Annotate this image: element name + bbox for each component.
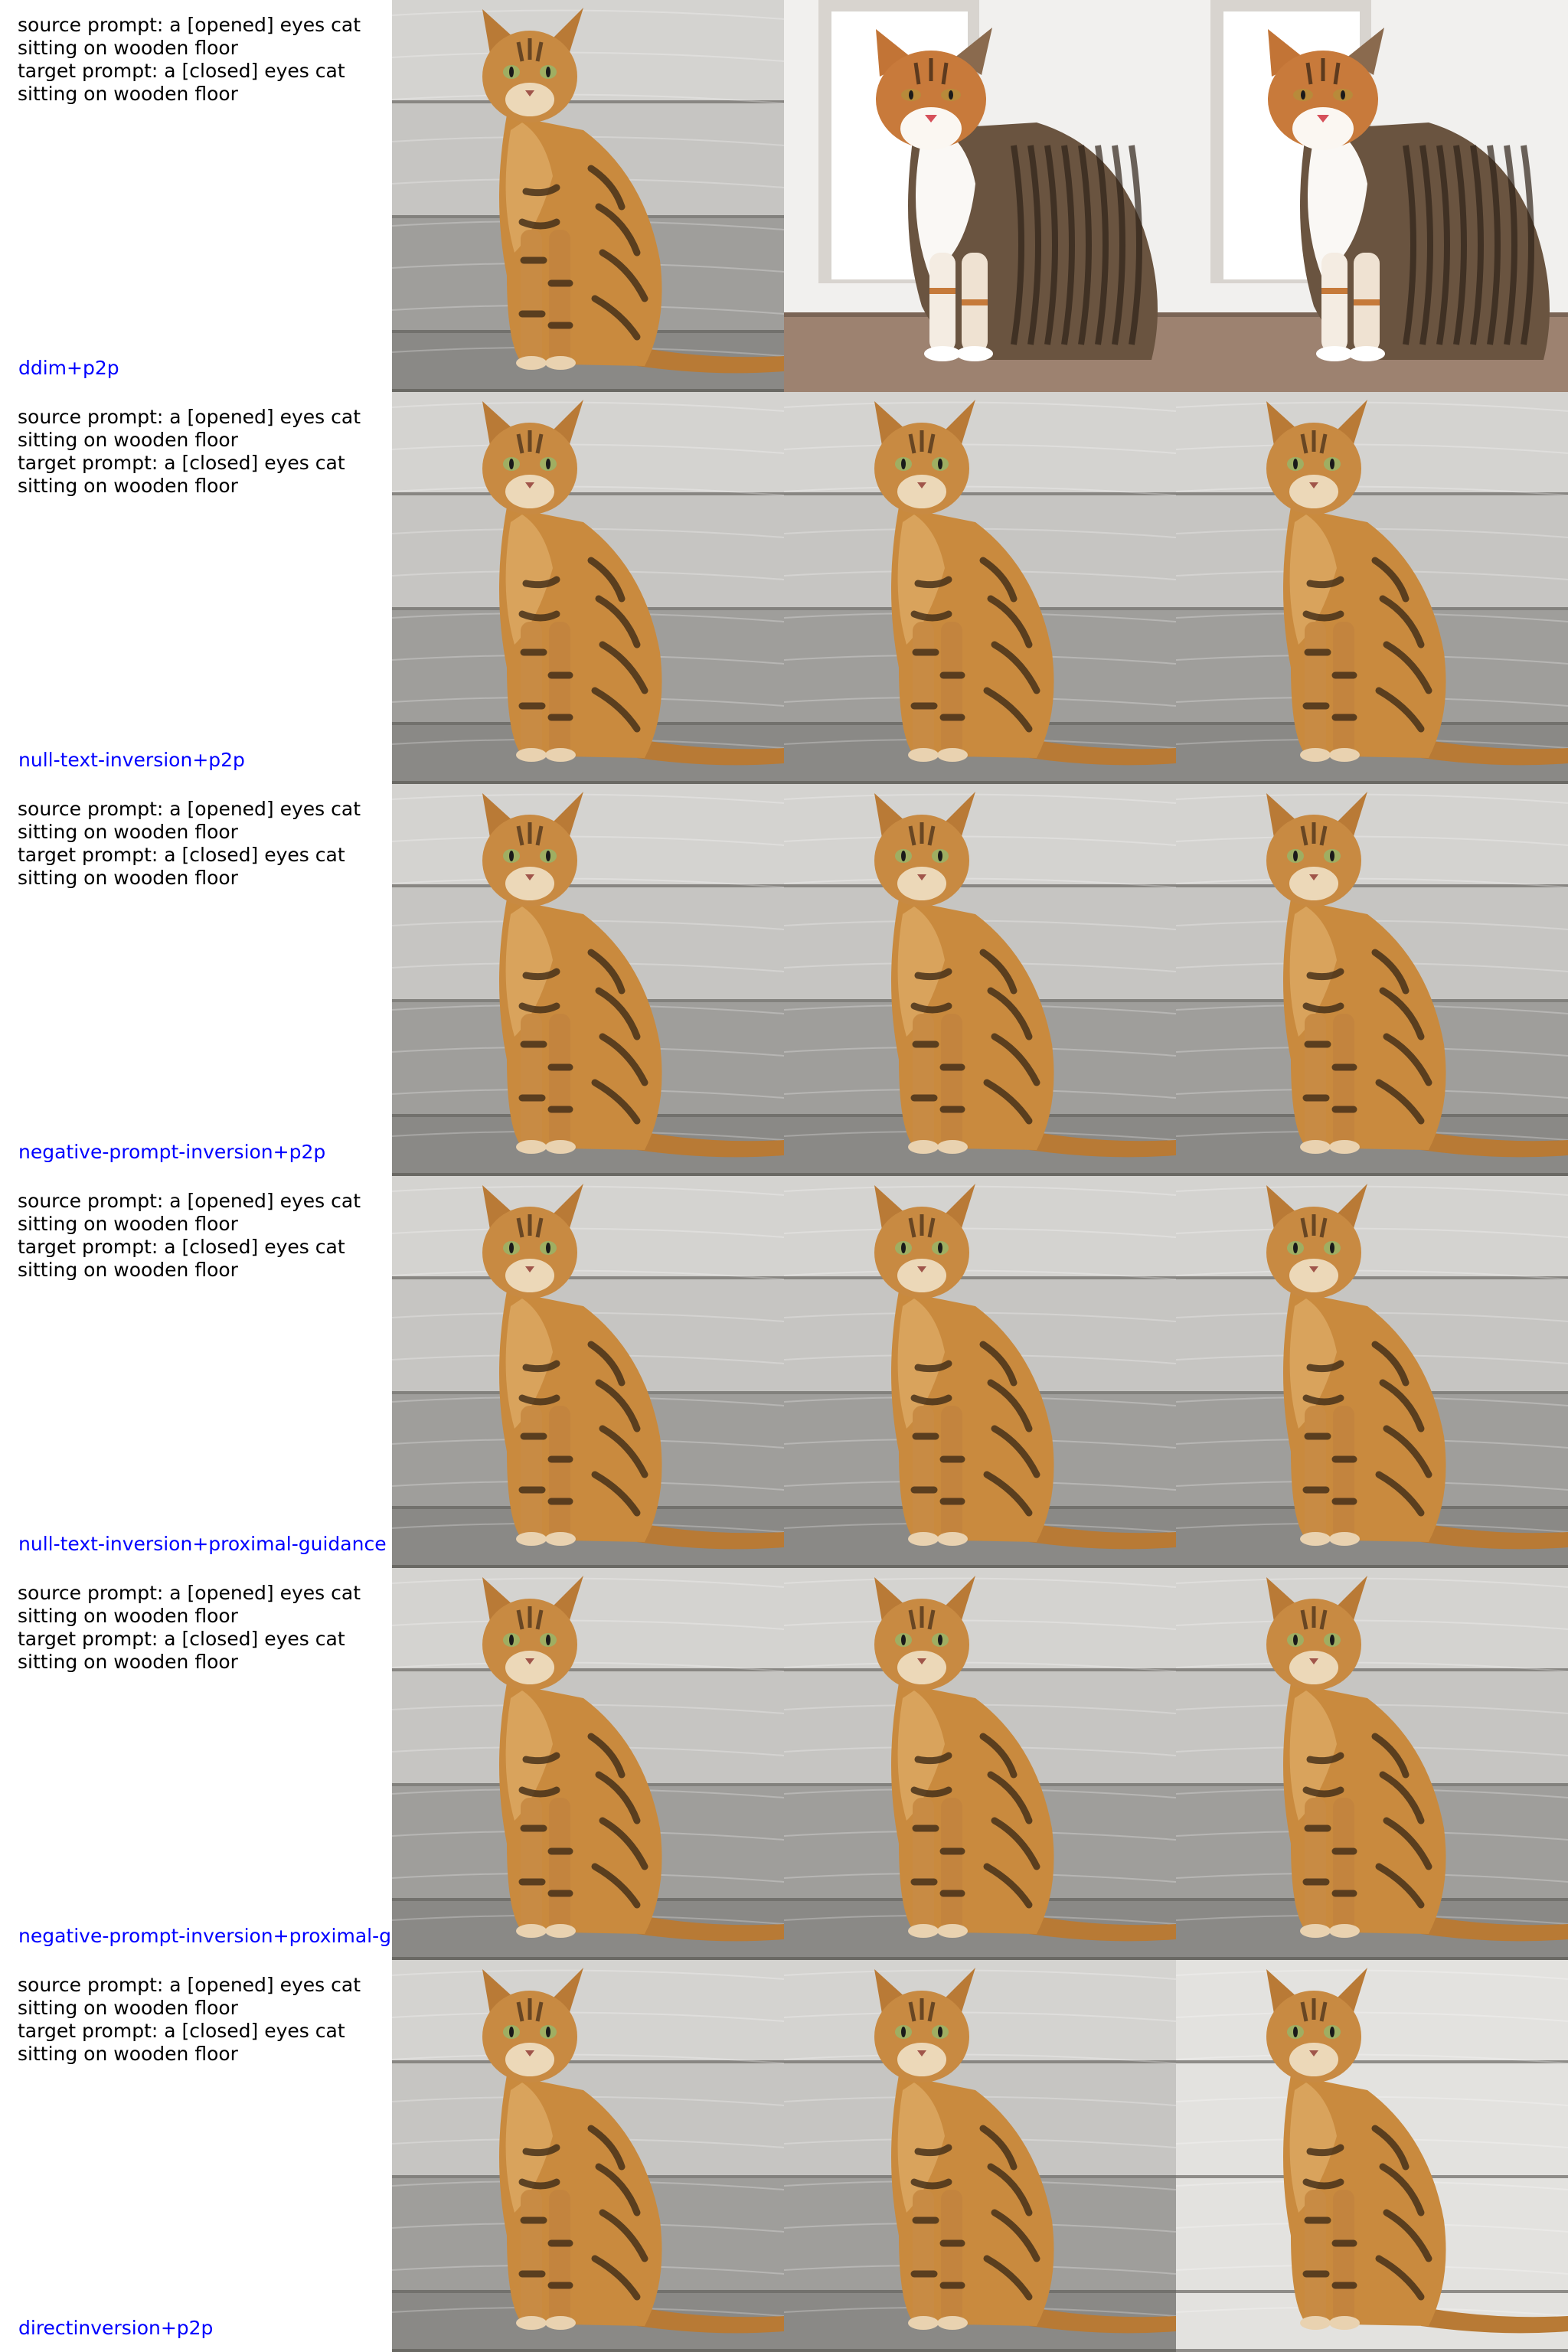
calico-cat-photo: [1176, 0, 1568, 392]
method-label: null-text-inversion+proximal-guidance: [18, 1533, 387, 1555]
comparison-grid: source prompt: a [opened] eyes cat sitti…: [0, 0, 1568, 2352]
row-caption: source prompt: a [opened] eyes cat sitti…: [0, 1568, 392, 1960]
row-caption: source prompt: a [opened] eyes cat sitti…: [0, 1960, 392, 2352]
result-image: [1176, 1176, 1568, 1568]
row-caption: source prompt: a [opened] eyes cat sitti…: [0, 392, 392, 784]
result-image: [1176, 1960, 1568, 2352]
result-image: [1176, 1568, 1568, 1960]
comparison-row: source prompt: a [opened] eyes cat sitti…: [0, 392, 1568, 784]
tabby-cat-photo: [392, 0, 784, 392]
tabby-cat-photo: [784, 1568, 1176, 1960]
result-image: [392, 392, 784, 784]
tabby-cat-photo: [784, 784, 1176, 1176]
tabby-cat-photo: [392, 784, 784, 1176]
comparison-row: source prompt: a [opened] eyes cat sitti…: [0, 1960, 1568, 2352]
result-image: [392, 1176, 784, 1568]
row-caption: source prompt: a [opened] eyes cat sitti…: [0, 0, 392, 392]
tabby-cat-photo: [784, 1176, 1176, 1568]
tabby-cat-photo: [784, 392, 1176, 784]
result-image: [1176, 0, 1568, 392]
row-caption: source prompt: a [opened] eyes cat sitti…: [0, 784, 392, 1176]
result-image: [784, 392, 1176, 784]
result-image: [392, 1568, 784, 1960]
prompt-text: source prompt: a [opened] eyes cat sitti…: [18, 14, 361, 105]
tabby-cat-photo: [392, 1568, 784, 1960]
row-caption: source prompt: a [opened] eyes cat sitti…: [0, 1176, 392, 1568]
tabby-cat-photo: [1176, 1960, 1568, 2352]
result-image: [1176, 784, 1568, 1176]
result-image: [784, 1176, 1176, 1568]
result-image: [784, 1960, 1176, 2352]
tabby-cat-photo: [1176, 1568, 1568, 1960]
method-label: negative-prompt-inversion+proximal-g: [18, 1925, 391, 1947]
calico-cat-photo: [784, 0, 1176, 392]
comparison-row: source prompt: a [opened] eyes cat sitti…: [0, 1176, 1568, 1568]
prompt-text: source prompt: a [opened] eyes cat sitti…: [18, 1582, 361, 1673]
result-image: [784, 0, 1176, 392]
method-label: null-text-inversion+p2p: [18, 749, 245, 771]
tabby-cat-photo: [784, 1960, 1176, 2352]
tabby-cat-photo: [392, 1960, 784, 2352]
result-image: [392, 1960, 784, 2352]
result-image: [784, 1568, 1176, 1960]
method-label: negative-prompt-inversion+p2p: [18, 1141, 326, 1163]
comparison-row: source prompt: a [opened] eyes cat sitti…: [0, 784, 1568, 1176]
result-image: [784, 784, 1176, 1176]
result-image: [392, 0, 784, 392]
result-image: [1176, 392, 1568, 784]
tabby-cat-photo: [1176, 392, 1568, 784]
comparison-row: source prompt: a [opened] eyes cat sitti…: [0, 0, 1568, 392]
prompt-text: source prompt: a [opened] eyes cat sitti…: [18, 798, 361, 889]
prompt-text: source prompt: a [opened] eyes cat sitti…: [18, 406, 361, 497]
prompt-text: source prompt: a [opened] eyes cat sitti…: [18, 1190, 361, 1281]
method-label: directinversion+p2p: [18, 2317, 214, 2339]
method-label: ddim+p2p: [18, 357, 119, 379]
tabby-cat-photo: [392, 1176, 784, 1568]
tabby-cat-photo: [1176, 1176, 1568, 1568]
comparison-row: source prompt: a [opened] eyes cat sitti…: [0, 1568, 1568, 1960]
prompt-text: source prompt: a [opened] eyes cat sitti…: [18, 1974, 361, 2065]
tabby-cat-photo: [392, 392, 784, 784]
tabby-cat-photo: [1176, 784, 1568, 1176]
result-image: [392, 784, 784, 1176]
